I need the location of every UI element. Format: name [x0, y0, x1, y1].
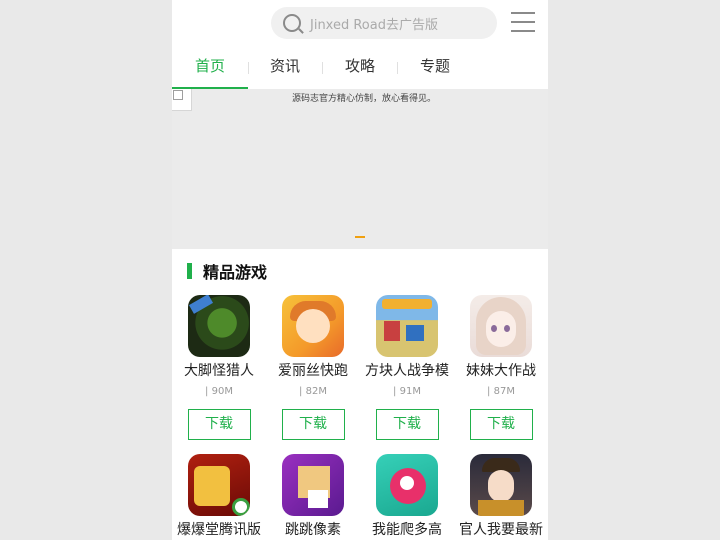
game-card[interactable]: 爆爆堂腾讯版	[172, 454, 266, 540]
tab-guides[interactable]: 攻略	[322, 45, 398, 89]
qing-official-game-icon[interactable]	[470, 454, 532, 516]
section-title: 精品游戏	[203, 263, 268, 282]
tab-topics-label: 专题	[419, 57, 450, 75]
search-icon	[283, 14, 301, 32]
bigfoot-game-icon[interactable]	[188, 295, 250, 357]
section-accent-bar	[187, 263, 192, 279]
banner-alt-text: 源码志官方精心仿制，放心看得见。	[292, 94, 437, 104]
tab-news-label: 资讯	[269, 57, 300, 75]
game-size: | 82M	[299, 386, 327, 397]
section-header: 精品游戏	[187, 262, 268, 282]
hamburger-menu-icon[interactable]	[511, 12, 535, 32]
download-button[interactable]: 下载	[469, 409, 533, 440]
game-card[interactable]: 官人我要最新	[454, 454, 548, 540]
game-card[interactable]: 我能爬多高	[360, 454, 454, 540]
game-card[interactable]: 跳跳像素	[266, 454, 360, 540]
nav-tabs: 首页 资讯 攻略 专题	[172, 45, 548, 89]
download-button[interactable]: 下载	[187, 409, 251, 440]
game-card[interactable]: 爱丽丝快跑 | 82M 下载	[266, 295, 360, 440]
pixel-jump-game-icon[interactable]	[282, 454, 344, 516]
carousel-indicator	[172, 236, 548, 238]
tab-home[interactable]: 首页	[172, 45, 248, 89]
broken-image-icon	[172, 89, 192, 111]
tab-guides-label: 攻略	[344, 57, 375, 75]
game-name: 爱丽丝快跑	[278, 363, 348, 379]
download-button[interactable]: 下载	[281, 409, 345, 440]
search-bar[interactable]: Jinxed Road去广告版	[271, 7, 497, 39]
alice-game-icon[interactable]	[282, 295, 344, 357]
tab-home-label: 首页	[194, 57, 225, 75]
search-input[interactable]: Jinxed Road去广告版	[310, 14, 438, 33]
banner-carousel[interactable]: 源码志官方精心仿制，放心看得见。	[172, 89, 548, 249]
tab-news[interactable]: 资讯	[247, 45, 323, 89]
game-name: 大脚怪猎人	[184, 363, 254, 379]
game-name: 跳跳像素	[285, 522, 341, 538]
app-page: Jinxed Road去广告版 首页 资讯 攻略 专题 源码志官方精心仿制，放心…	[172, 0, 548, 540]
anime-girl-game-icon[interactable]	[470, 295, 532, 357]
game-name: 我能爬多高	[372, 522, 442, 538]
game-name: 方块人战争模	[365, 363, 449, 379]
climb-game-icon[interactable]	[376, 454, 438, 516]
carousel-dot-active[interactable]	[355, 236, 365, 238]
game-size: | 91M	[393, 386, 421, 397]
game-card[interactable]: 大脚怪猎人 | 90M 下载	[172, 295, 266, 440]
game-name: 妹妹大作战	[466, 363, 536, 379]
baobaotang-game-icon[interactable]	[188, 454, 250, 516]
game-card[interactable]: 方块人战争模 | 91M 下载	[360, 295, 454, 440]
game-size: | 90M	[205, 386, 233, 397]
download-button[interactable]: 下载	[375, 409, 439, 440]
block-war-game-icon[interactable]	[376, 295, 438, 357]
tab-topics[interactable]: 专题	[397, 45, 473, 89]
game-card[interactable]: 妹妹大作战 | 87M 下载	[454, 295, 548, 440]
game-name: 爆爆堂腾讯版	[177, 522, 261, 538]
game-name: 官人我要最新	[459, 522, 543, 538]
game-size: | 87M	[487, 386, 515, 397]
